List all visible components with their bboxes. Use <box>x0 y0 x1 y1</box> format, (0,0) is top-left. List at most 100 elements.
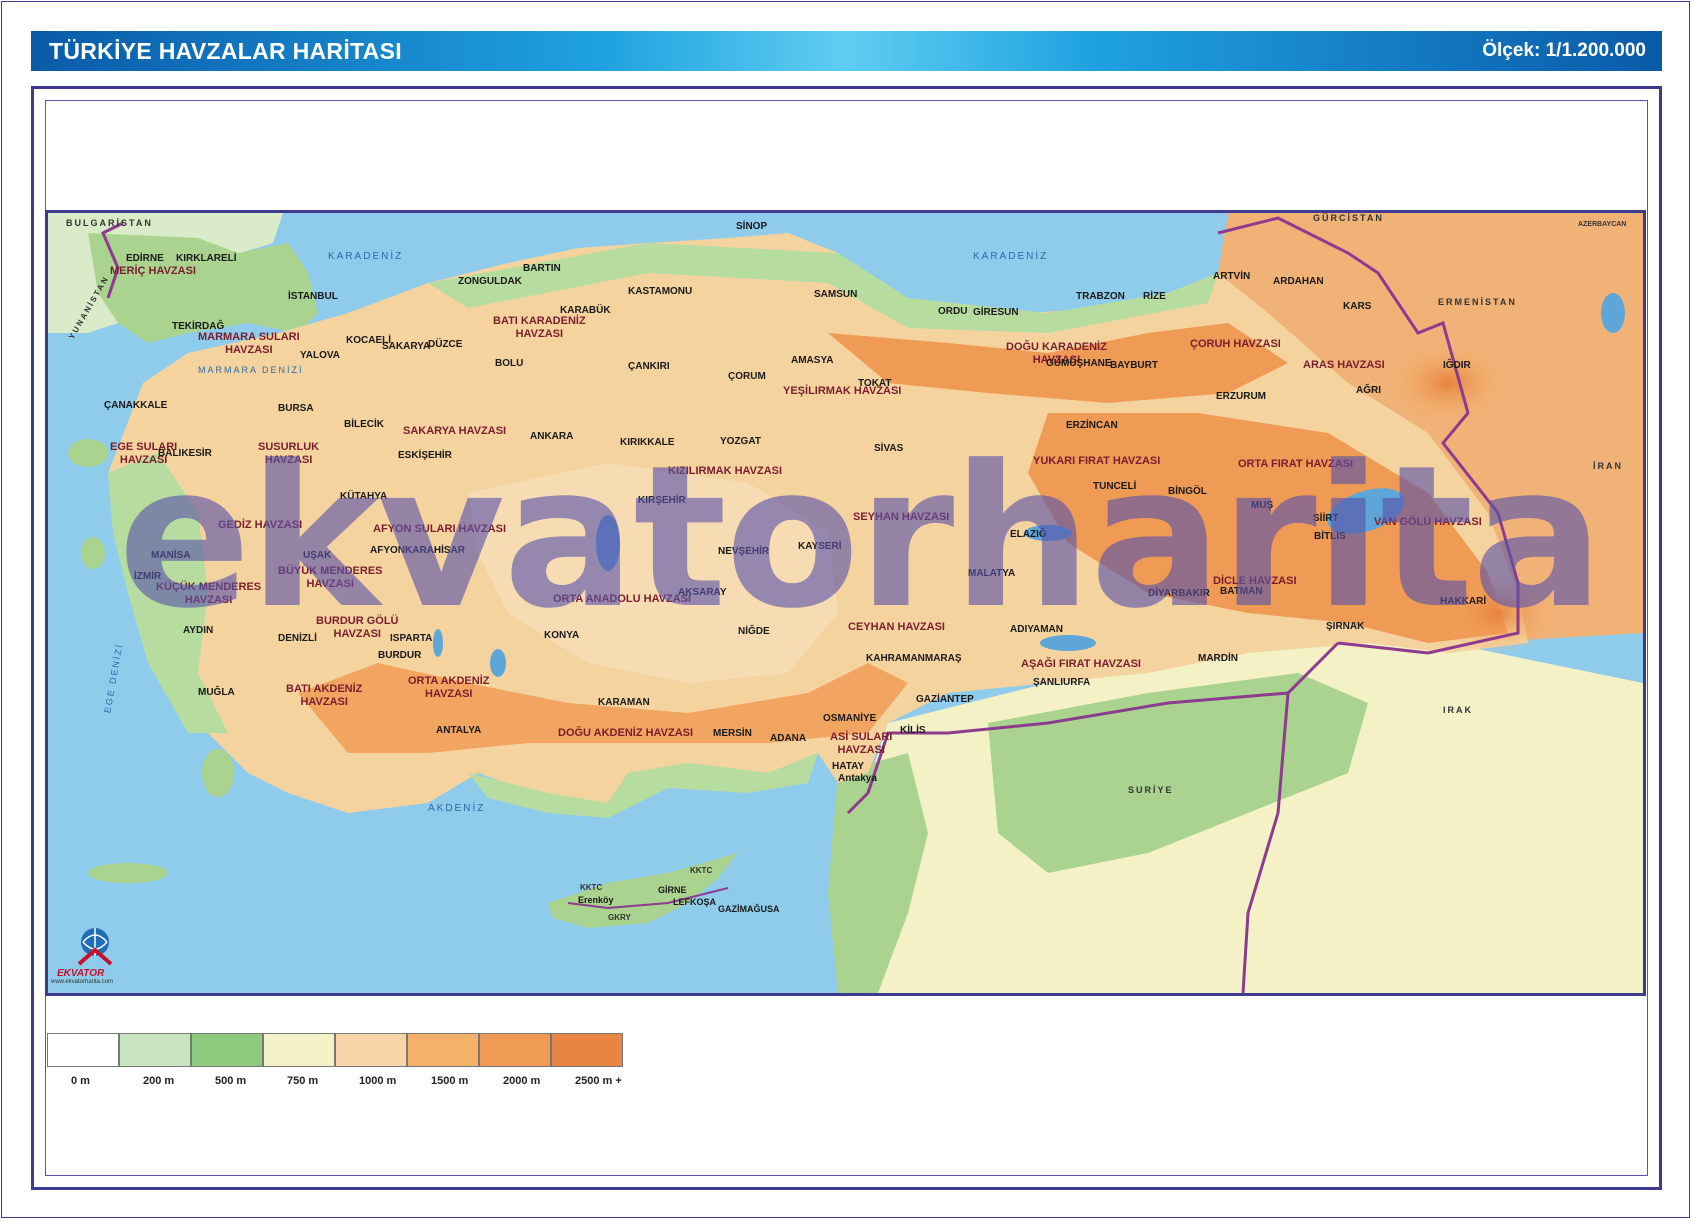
city-label: ÇANKIRI <box>628 361 670 372</box>
map-area: KARADENİZ KARADENİZ MARMARA DENİZİ AKDEN… <box>45 210 1646 996</box>
sea-label: KARADENİZ <box>328 251 404 262</box>
city-label: ZONGULDAK <box>458 276 522 287</box>
basin-label: GEDİZ HAVZASI <box>218 519 303 531</box>
city-label: İZMİR <box>134 571 162 582</box>
city-label: YALOVA <box>300 350 341 361</box>
globe-icon <box>77 928 113 966</box>
basin-label: ÇORUH HAVZASI <box>1190 338 1281 350</box>
relief-map <box>48 213 1643 993</box>
basin-label: ORTA AKDENİZ HAVZASI <box>408 675 490 700</box>
city-label: BİNGÖL <box>1168 486 1207 497</box>
city-label: AĞRI <box>1356 385 1381 396</box>
legend-label: 2500 m + <box>575 1075 622 1087</box>
city-label: MUĞLA <box>198 687 235 698</box>
city-label: SAMSUN <box>814 289 858 300</box>
egirdir-lake <box>433 629 443 657</box>
basin-label: AŞAĞI FIRAT HAVZASI <box>1021 658 1141 670</box>
city-label: AKSARAY <box>678 587 727 598</box>
legend-label: 1500 m <box>431 1075 469 1087</box>
lesbos-island <box>68 439 108 467</box>
legend-swatch <box>551 1033 623 1067</box>
legend-label: 200 m <box>143 1075 175 1087</box>
city-label: DENİZLİ <box>278 633 317 644</box>
city-label: HATAY <box>832 761 865 772</box>
map-scale: Ölçek: 1/1.200.000 <box>1482 40 1646 61</box>
logo-name: EKVATOR <box>57 968 105 979</box>
legend-label: 2000 m <box>503 1075 541 1087</box>
city-label: DÜZCE <box>428 339 463 350</box>
city-label: ESKİŞEHİR <box>398 450 452 461</box>
country-label: GKRY <box>608 913 631 922</box>
tuz-lake <box>596 515 620 571</box>
country-label: İRAN <box>1593 461 1623 471</box>
city-label: IĞDIR <box>1443 360 1471 371</box>
city-label: UŞAK <box>303 550 332 561</box>
city-label: TOKAT <box>858 378 892 389</box>
city-label: ŞANLIURFA <box>1033 677 1091 688</box>
rhodes-island <box>202 749 234 797</box>
ararat-peak <box>1388 343 1508 423</box>
city-label: BURDUR <box>378 650 422 661</box>
city-label: AMASYA <box>791 355 834 366</box>
basin-label: KIZILIRMAK HAVZASI <box>668 465 783 477</box>
city-label: GAZİMAĞUSA <box>718 904 780 914</box>
city-label: ERZURUM <box>1216 391 1266 402</box>
legend-swatch <box>407 1033 479 1067</box>
chios-island <box>81 537 105 569</box>
city-label: SİİRT <box>1313 513 1339 524</box>
basin-label: YUKARI FIRAT HAVZASI <box>1033 455 1161 467</box>
sevan-lake <box>1601 293 1625 333</box>
city-label: AYDIN <box>183 625 214 636</box>
basin-label: MARMARA SULARI HAVZASI <box>198 331 300 356</box>
sea-label: KARADENİZ <box>973 251 1049 262</box>
map-title: TÜRKİYE HAVZALAR HARİTASI <box>49 38 402 64</box>
ataturk-lake <box>1040 635 1096 651</box>
city-label: GAZİANTEP <box>916 694 974 705</box>
city-label: BİLECİK <box>344 419 384 430</box>
city-label: ÇANAKKALE <box>104 400 168 411</box>
city-label: RİZE <box>1143 291 1166 302</box>
city-label: ISPARTA <box>390 633 433 644</box>
city-label: EDİRNE <box>126 253 164 264</box>
city-label: ANKARA <box>530 431 574 442</box>
city-label: BALIKESİR <box>158 448 212 459</box>
legend-label: 0 m <box>71 1075 90 1087</box>
city-label: MANİSA <box>151 550 191 561</box>
country-label: SURİYE <box>1128 785 1174 795</box>
country-label: AZERBAYCAN <box>1578 221 1627 228</box>
city-label: KÜTAHYA <box>340 491 388 502</box>
city-label: SİNOP <box>736 221 768 232</box>
legend-swatch <box>47 1033 119 1067</box>
city-label: ELAZIĞ <box>1010 529 1047 540</box>
city-label: ADIYAMAN <box>1010 624 1063 635</box>
city-label: BOLU <box>495 358 524 369</box>
city-label: ARTVİN <box>1213 271 1251 282</box>
city-label: KONYA <box>544 630 580 641</box>
basin-label: ORTA ANADOLU HAVZASI <box>553 593 692 605</box>
city-label: TEKİRDAĞ <box>172 321 225 332</box>
city-label: NEVŞEHİR <box>718 546 770 557</box>
city-label: LEFKOŞA <box>673 897 717 907</box>
basin-label: ASİ SULARI HAVZASI <box>830 731 893 756</box>
city-label: KIRIKKALE <box>620 437 675 448</box>
city-label: GİRESUN <box>973 307 1019 318</box>
basin-label: CEYHAN HAVZASI <box>848 621 945 633</box>
city-label: KİLİS <box>900 725 926 736</box>
publisher-logo: EKVATOR www.ekvatorharita.com <box>49 924 139 985</box>
legend-label: 1000 m <box>359 1075 397 1087</box>
country-label: KKTC <box>690 866 713 875</box>
country-label: GÜRCİSTAN <box>1313 213 1384 223</box>
basin-label: VAN GÖLÜ HAVZASI <box>1374 516 1482 528</box>
basin-label: ORTA FIRAT HAVZASI <box>1238 458 1354 470</box>
logo-url: www.ekvatorharita.com <box>51 979 114 985</box>
title-bar: TÜRKİYE HAVZALAR HARİTASI Ölçek: 1/1.200… <box>31 31 1662 71</box>
city-label: TUNCELİ <box>1093 481 1137 492</box>
city-label: GÜMÜŞHANE <box>1046 358 1112 369</box>
city-label: BATMAN <box>1220 586 1263 597</box>
city-label: BİTLİS <box>1314 531 1346 542</box>
city-label: Erenköy <box>578 895 614 905</box>
city-label: BAYBURT <box>1110 360 1158 371</box>
city-label: MUŞ <box>1251 500 1274 511</box>
city-label: ÇORUM <box>728 371 766 382</box>
city-label: HAKKARİ <box>1440 596 1487 607</box>
